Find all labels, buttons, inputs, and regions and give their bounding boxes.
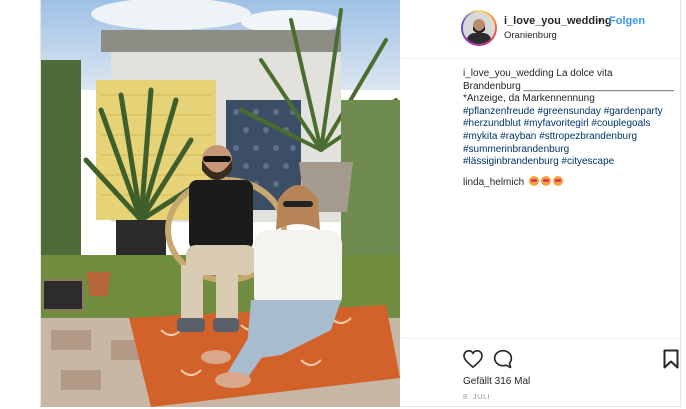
hashtag[interactable]: #rayban xyxy=(500,131,536,142)
caption-username[interactable]: i_love_you_wedding xyxy=(463,68,554,79)
hashtag[interactable]: #sttropezbrandenburg xyxy=(539,131,637,142)
heart-eyes-emoji-icon xyxy=(552,176,563,186)
likes-count[interactable]: Gefällt 316 Mal xyxy=(463,376,530,387)
speech-bubble-icon[interactable] xyxy=(493,349,513,374)
comment-username[interactable]: linda_helmich xyxy=(463,177,524,188)
caption-text-3: *Anzeige, da Markennennung xyxy=(463,93,595,105)
post-date[interactable]: 8. JULI xyxy=(463,392,490,401)
hashtag[interactable]: #gardenparty xyxy=(604,106,663,117)
username-link[interactable]: i_love_you_wedding xyxy=(504,15,612,27)
post-header: i_love_you_wedding • Folgen Oranienburg xyxy=(401,0,680,59)
comment-row: linda_helmich xyxy=(463,176,563,188)
hashtag[interactable]: #lässiginbrandenburg xyxy=(463,156,559,167)
bookmark-icon[interactable] xyxy=(663,349,679,374)
hashtag[interactable]: #myfavoritegirl xyxy=(524,118,589,129)
caption-text-2: Brandenburg ___________________________ xyxy=(463,80,674,92)
avatar-image xyxy=(463,12,495,44)
heart-eyes-emoji-icon xyxy=(540,176,551,186)
post-caption: i_love_you_wedding La dolce vita Branden… xyxy=(463,68,675,169)
caption-text-1: La dolce vita xyxy=(556,68,613,79)
post-actions: Gefällt 316 Mal 8. JULI xyxy=(401,338,680,409)
avatar-story-ring[interactable] xyxy=(461,10,497,46)
hashtag[interactable]: #pflanzenfreude xyxy=(463,106,535,117)
avatar[interactable] xyxy=(463,12,495,44)
separator-dot: • xyxy=(598,15,602,27)
post-photo[interactable] xyxy=(41,0,400,407)
follow-button[interactable]: Folgen xyxy=(609,15,645,27)
hashtag[interactable]: #greensunday xyxy=(538,106,601,117)
location-link[interactable]: Oranienburg xyxy=(504,30,557,41)
hashtag[interactable]: #mykita xyxy=(463,131,497,142)
photo-illustration xyxy=(41,0,400,407)
post-sidebar: i_love_you_wedding • Folgen Oranienburg … xyxy=(401,0,680,407)
heart-eyes-emoji-icon xyxy=(528,176,539,186)
hashtag[interactable]: #herzundblut xyxy=(463,118,521,129)
hashtag[interactable]: #summerinbrandenburg xyxy=(463,144,569,155)
hashtag[interactable]: #cityescape xyxy=(561,156,614,167)
heart-icon[interactable] xyxy=(463,349,483,373)
hashtag[interactable]: #couplegoals xyxy=(591,118,650,129)
